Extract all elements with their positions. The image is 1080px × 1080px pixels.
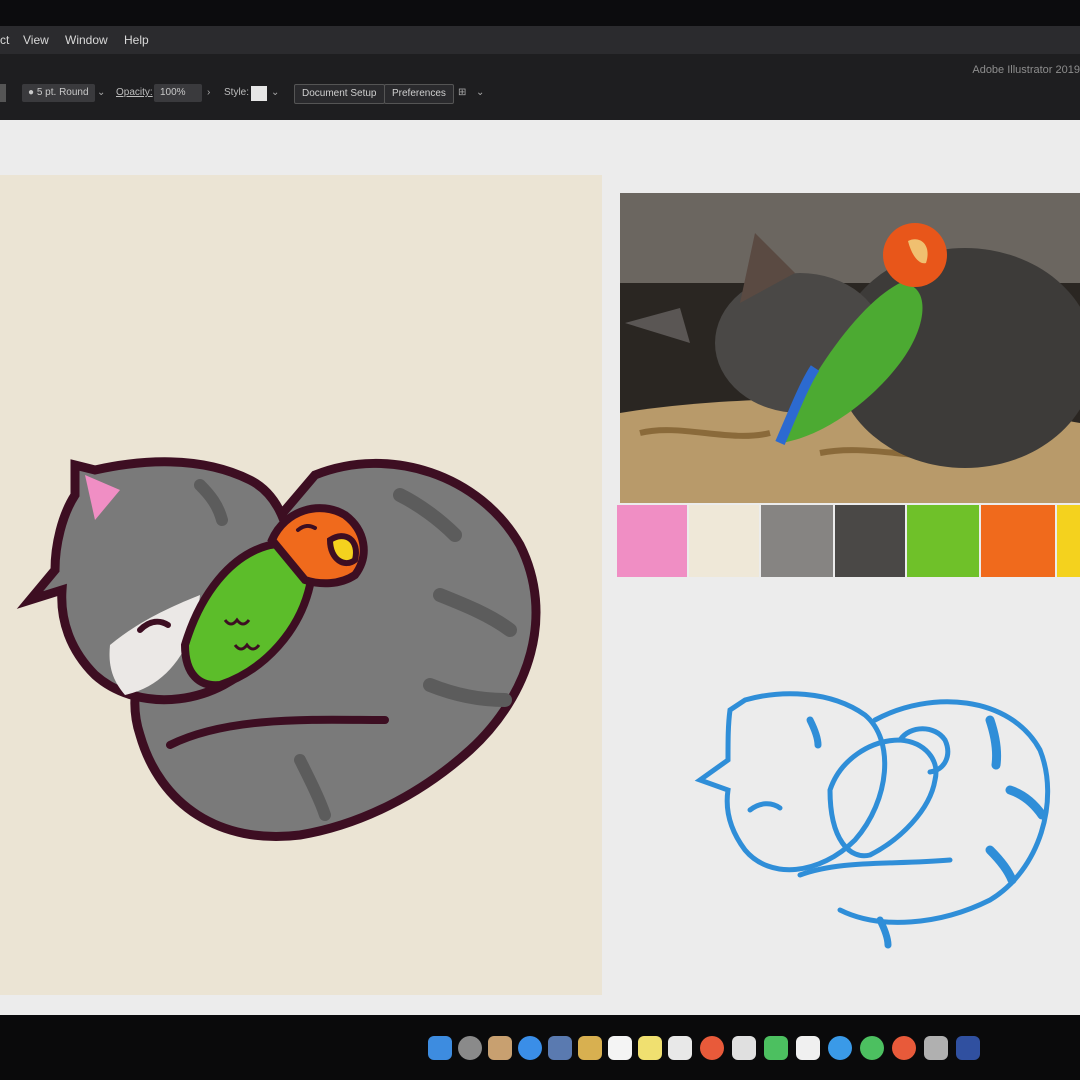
document-setup-button[interactable]: Document Setup	[294, 84, 385, 104]
chevron-right-icon[interactable]: ›	[207, 84, 210, 102]
swatch-orange[interactable]	[981, 505, 1055, 577]
launchpad-icon[interactable]	[458, 1036, 482, 1060]
chrome-icon[interactable]	[700, 1036, 724, 1060]
brush-profile-value: 5 pt. Round	[36, 87, 89, 98]
opacity-label[interactable]: Opacity:	[116, 84, 153, 102]
cat-parrot-sketch	[694, 691, 1051, 949]
swatch-gray[interactable]	[761, 505, 833, 577]
arrange-documents-icon[interactable]: ⊞	[458, 84, 466, 102]
menu-item-object[interactable]: ct	[0, 33, 9, 47]
parrot-beak	[326, 533, 359, 567]
swatch-dark-gray[interactable]	[835, 505, 905, 577]
app-store-icon[interactable]	[828, 1036, 852, 1060]
bullet-icon: ●	[28, 87, 37, 98]
opacity-field[interactable]: 100%	[154, 84, 202, 102]
app-icon[interactable]	[892, 1036, 916, 1060]
menu-item-window[interactable]: Window	[65, 33, 108, 47]
swatch-pink[interactable]	[617, 505, 687, 577]
stickies-icon[interactable]	[638, 1036, 662, 1060]
menu-item-help[interactable]: Help	[124, 33, 149, 47]
music-icon[interactable]	[796, 1036, 820, 1060]
app-icon[interactable]	[956, 1036, 980, 1060]
kitten-parrot-photo	[620, 193, 1080, 503]
swatch-cream[interactable]	[689, 505, 759, 577]
chevron-down-icon[interactable]: ⌄	[97, 84, 105, 102]
cat-parrot-illustration	[16, 457, 541, 841]
style-swatch[interactable]	[251, 86, 267, 101]
pencil-sketch[interactable]	[690, 680, 1070, 960]
swatch-yellow[interactable]	[1057, 505, 1080, 577]
app-icon[interactable]	[860, 1036, 884, 1060]
preferences-button[interactable]: Preferences	[384, 84, 454, 104]
brush-profile-select[interactable]: ● 5 pt. Round	[22, 84, 95, 102]
finder-icon[interactable]	[428, 1036, 452, 1060]
menu-bar: ct View Window Help	[0, 26, 1080, 54]
chevron-down-icon[interactable]: ⌄	[271, 84, 279, 102]
messages-icon[interactable]	[764, 1036, 788, 1060]
stroke-weight-field[interactable]	[0, 84, 6, 102]
calendar-icon[interactable]	[608, 1036, 632, 1060]
notes-icon[interactable]	[578, 1036, 602, 1060]
photos-icon[interactable]	[732, 1036, 756, 1060]
reference-photo[interactable]	[620, 193, 1080, 503]
app-icon[interactable]	[924, 1036, 948, 1060]
chevron-down-icon[interactable]: ⌄	[476, 84, 484, 102]
swatch-green[interactable]	[907, 505, 979, 577]
safari-icon[interactable]	[518, 1036, 542, 1060]
app-title: Adobe Illustrator 2019	[972, 64, 1080, 76]
photo-icon[interactable]	[488, 1036, 512, 1060]
menu-item-view[interactable]: View	[23, 33, 49, 47]
style-label: Style:	[224, 87, 250, 98]
document-icon[interactable]	[668, 1036, 692, 1060]
artboard[interactable]	[0, 175, 602, 995]
preview-icon[interactable]	[548, 1036, 572, 1060]
control-bar: Adobe Illustrator 2019 ● 5 pt. Round ⌄ O…	[0, 54, 1080, 120]
